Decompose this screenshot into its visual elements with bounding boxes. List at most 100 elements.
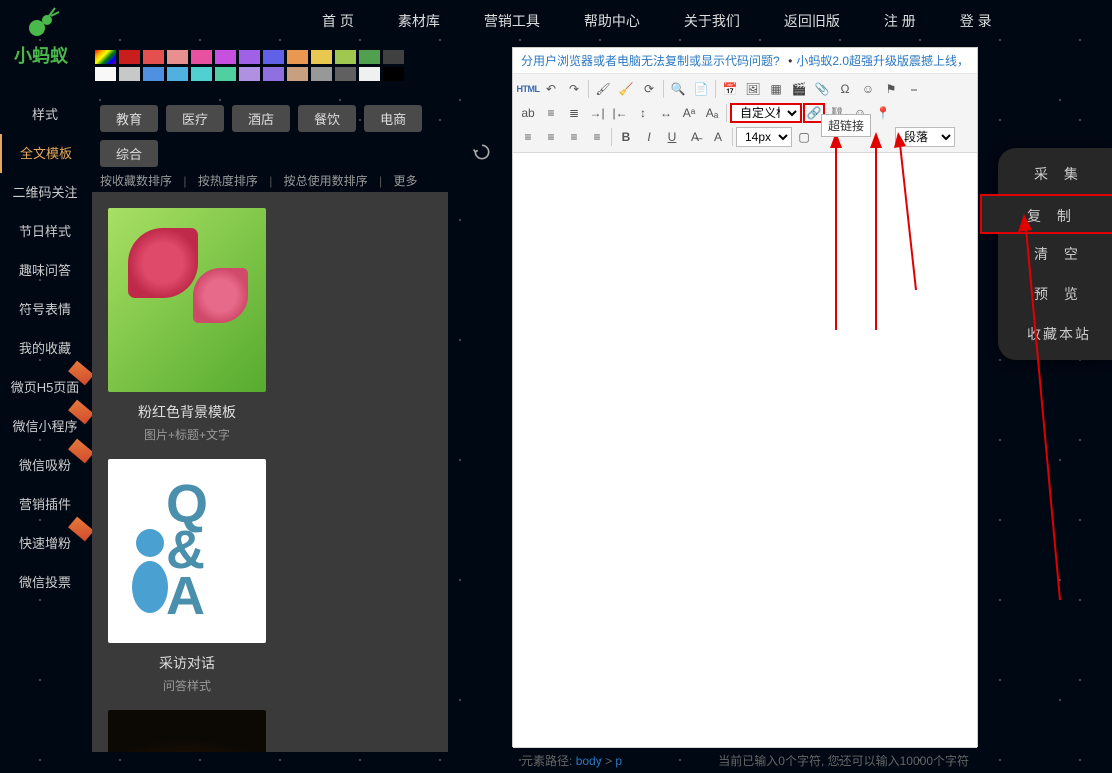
font-size-select[interactable]: 14px bbox=[736, 127, 792, 147]
refresh-icon[interactable] bbox=[472, 142, 492, 162]
sort-hot[interactable]: 按热度排序 bbox=[198, 174, 258, 188]
color-swatch[interactable] bbox=[191, 67, 212, 81]
color-swatch[interactable] bbox=[239, 67, 260, 81]
page-break-button[interactable]: ⎯ bbox=[903, 79, 925, 99]
title-style-select[interactable]: 自定义标题 bbox=[730, 103, 802, 123]
sidebar-item-vote[interactable]: 微信投票 bbox=[0, 563, 90, 602]
strikethrough-button[interactable]: A̶ bbox=[684, 127, 706, 147]
emoji-button[interactable]: ☺ bbox=[857, 79, 879, 99]
color-swatch[interactable] bbox=[167, 67, 188, 81]
color-swatch[interactable] bbox=[311, 50, 332, 64]
font-family-button[interactable]: A bbox=[707, 127, 729, 147]
tag-edu[interactable]: 教育 bbox=[100, 105, 158, 132]
align-left-button[interactable]: ≡ bbox=[517, 127, 539, 147]
template-panel[interactable]: 粉红色背景模板 图片+标题+文字 Q&A 采访对话 问答样式 👁 ✎ ☆ bbox=[92, 192, 448, 752]
sidebar-item-wxfans[interactable]: 微信吸粉 bbox=[0, 446, 90, 485]
attachment-button[interactable]: 📎 bbox=[811, 79, 833, 99]
template-card[interactable]: Q&A 采访对话 问答样式 bbox=[108, 459, 266, 694]
template-card[interactable]: 👁 ✎ ☆ 美文美图 图片+分割+文字 bbox=[108, 710, 266, 752]
color-swatch[interactable] bbox=[287, 50, 308, 64]
nav-about[interactable]: 关于我们 bbox=[662, 0, 762, 42]
clear-format-button[interactable]: 🧹 bbox=[615, 79, 637, 99]
dock-preview[interactable]: 预 览 bbox=[998, 274, 1112, 314]
dock-collect[interactable]: 采 集 bbox=[998, 154, 1112, 194]
nav-register[interactable]: 注 册 bbox=[862, 0, 938, 42]
color-swatch[interactable] bbox=[287, 67, 308, 81]
sidebar-item-festival[interactable]: 节日样式 bbox=[0, 212, 90, 251]
color-swatch[interactable] bbox=[383, 67, 404, 81]
italic-button[interactable]: I bbox=[638, 127, 660, 147]
nav-marketing[interactable]: 营销工具 bbox=[462, 0, 562, 42]
bold-button[interactable]: B bbox=[615, 127, 637, 147]
find-button[interactable]: 🔍 bbox=[667, 79, 689, 99]
sort-favorites[interactable]: 按收藏数排序 bbox=[100, 174, 172, 188]
unordered-list-button[interactable]: ≡ bbox=[540, 103, 562, 123]
tag-ecom[interactable]: 电商 bbox=[364, 105, 422, 132]
color-swatch[interactable] bbox=[239, 50, 260, 64]
dock-copy[interactable]: 复 制 bbox=[980, 194, 1112, 234]
path-p-link[interactable]: p bbox=[615, 754, 622, 768]
align-justify-button[interactable]: ≡ bbox=[586, 127, 608, 147]
special-char-button[interactable]: Ω bbox=[834, 79, 856, 99]
sidebar-item-growfans[interactable]: 快速增粉 bbox=[0, 524, 90, 563]
underline-button[interactable]: U bbox=[661, 127, 683, 147]
subscript-button[interactable]: Aₐ bbox=[701, 103, 723, 123]
dock-bookmark[interactable]: 收藏本站 bbox=[998, 314, 1112, 354]
color-swatch[interactable] bbox=[359, 67, 380, 81]
format-brush-button[interactable]: 🖌 bbox=[592, 79, 614, 99]
sort-usage[interactable]: 按总使用数排序 bbox=[284, 174, 368, 188]
font-color-button[interactable]: ab bbox=[517, 103, 539, 123]
color-swatch[interactable] bbox=[335, 50, 356, 64]
sidebar-item-quiz[interactable]: 趣味问答 bbox=[0, 251, 90, 290]
notice-link-1[interactable]: 分用户浏览器或者电脑无法复制或显示代码问题? bbox=[521, 52, 780, 69]
align-right-button[interactable]: ≡ bbox=[563, 127, 585, 147]
color-swatch[interactable] bbox=[215, 50, 236, 64]
notice-link-2[interactable]: 小蚂蚁2.0超强升级版震撼上线， bbox=[796, 54, 969, 68]
color-swatch[interactable] bbox=[359, 50, 380, 64]
superscript-button[interactable]: Aᵃ bbox=[678, 103, 700, 123]
sidebar-item-qrcode[interactable]: 二维码关注 bbox=[0, 173, 90, 212]
sidebar-item-templates[interactable]: 全文模板 bbox=[0, 134, 90, 173]
image-button[interactable]: 🖼 bbox=[742, 79, 764, 99]
nav-login[interactable]: 登 录 bbox=[938, 0, 1014, 42]
color-swatch[interactable] bbox=[143, 67, 164, 81]
template-card[interactable]: 粉红色背景模板 图片+标题+文字 bbox=[108, 208, 266, 443]
color-swatch[interactable] bbox=[311, 67, 332, 81]
line-height-button[interactable]: ↕ bbox=[632, 103, 654, 123]
color-swatch[interactable] bbox=[167, 50, 188, 64]
source-button[interactable]: HTML bbox=[517, 79, 539, 99]
path-body-link[interactable]: body bbox=[576, 754, 602, 768]
preview-button[interactable]: 📄 bbox=[690, 79, 712, 99]
tag-medical[interactable]: 医疗 bbox=[166, 105, 224, 132]
color-swatch[interactable] bbox=[263, 50, 284, 64]
table-button[interactable]: ▦ bbox=[765, 79, 787, 99]
tag-hotel[interactable]: 酒店 bbox=[232, 105, 290, 132]
color-swatch[interactable] bbox=[335, 67, 356, 81]
color-swatch[interactable] bbox=[95, 67, 116, 81]
paragraph-select[interactable]: 段落 bbox=[895, 127, 955, 147]
anchor-button[interactable]: ⚑ bbox=[880, 79, 902, 99]
date-button[interactable]: 📅 bbox=[719, 79, 741, 99]
undo-button[interactable]: ↶ bbox=[540, 79, 562, 99]
letter-spacing-button[interactable]: ↔ bbox=[655, 103, 677, 123]
sidebar-item-style[interactable]: 样式 bbox=[0, 95, 90, 134]
nav-material[interactable]: 素材库 bbox=[376, 0, 462, 42]
color-swatch[interactable] bbox=[191, 50, 212, 64]
editor-content-area[interactable] bbox=[513, 153, 977, 747]
color-swatch[interactable] bbox=[383, 50, 404, 64]
color-swatch[interactable] bbox=[143, 50, 164, 64]
sidebar-item-emoji[interactable]: 符号表情 bbox=[0, 290, 90, 329]
color-swatch[interactable] bbox=[119, 67, 140, 81]
color-swatch[interactable] bbox=[215, 67, 236, 81]
nav-help[interactable]: 帮助中心 bbox=[562, 0, 662, 42]
nav-home[interactable]: 首 页 bbox=[300, 0, 376, 42]
indent-button[interactable]: →| bbox=[586, 103, 608, 123]
map-button[interactable]: 📍 bbox=[872, 103, 894, 123]
align-center-button[interactable]: ≡ bbox=[540, 127, 562, 147]
sort-more[interactable]: 更多 bbox=[393, 174, 417, 188]
autotype-button[interactable]: ⟳ bbox=[638, 79, 660, 99]
dock-clear[interactable]: 清 空 bbox=[998, 234, 1112, 274]
color-swatch[interactable] bbox=[119, 50, 140, 64]
ordered-list-button[interactable]: ≣ bbox=[563, 103, 585, 123]
color-swatch-all[interactable] bbox=[95, 50, 116, 64]
